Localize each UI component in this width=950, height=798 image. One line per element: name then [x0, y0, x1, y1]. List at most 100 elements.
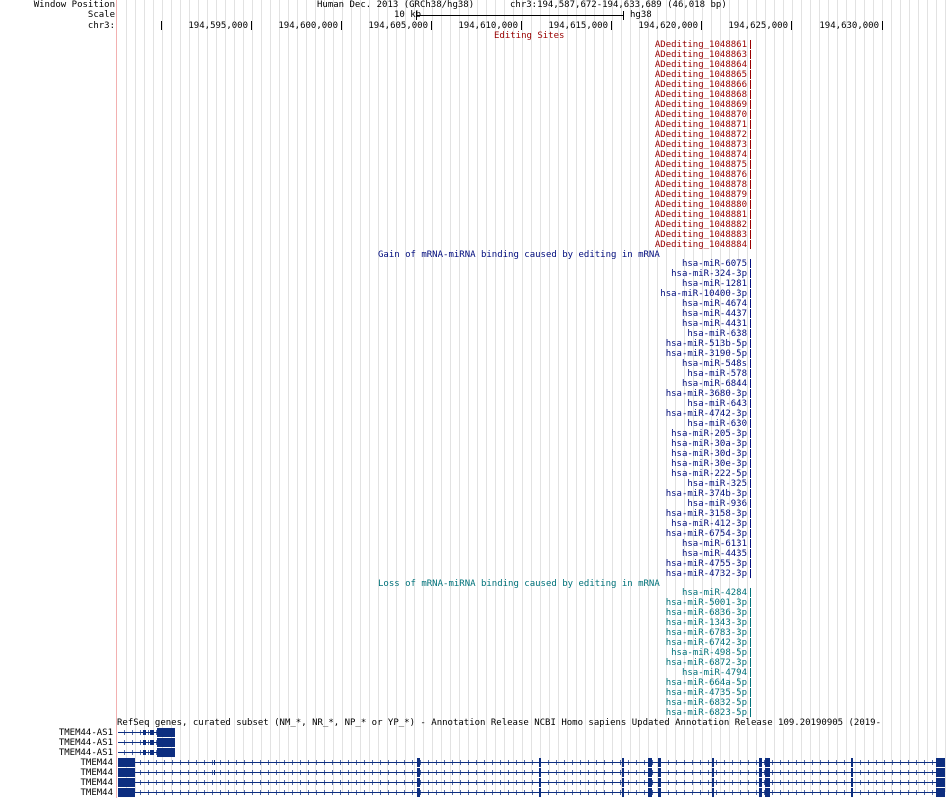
gain-mirna-item-mark[interactable] [750, 279, 751, 288]
gain-mirna-item-mark[interactable] [750, 429, 751, 438]
loss-mirna-item-mark[interactable] [750, 668, 751, 677]
loss-mirna-item[interactable]: hsa-miR-4284 [607, 588, 747, 598]
gain-mirna-item-mark[interactable] [750, 399, 751, 408]
gain-mirna-item[interactable]: hsa-miR-548s [607, 359, 747, 369]
gain-mirna-item[interactable]: hsa-miR-412-3p [607, 519, 747, 529]
gain-mirna-item-mark[interactable] [750, 449, 751, 458]
editing-site-item[interactable]: ADediting_1048879 [607, 190, 747, 200]
gain-mirna-item-mark[interactable] [750, 569, 751, 578]
position-label[interactable]: chr3:194,587,672-194,633,689 (46,018 bp) [510, 0, 727, 10]
loss-mirna-item-mark[interactable] [750, 658, 751, 667]
gain-mirna-item[interactable]: hsa-miR-3680-3p [607, 389, 747, 399]
gain-mirna-item[interactable]: hsa-miR-30e-3p [607, 459, 747, 469]
gain-mirna-item[interactable]: hsa-miR-325 [607, 479, 747, 489]
gain-mirna-item[interactable]: hsa-miR-10400-3p [607, 289, 747, 299]
editing-site-item[interactable]: ADediting_1048878 [607, 180, 747, 190]
gain-mirna-item-mark[interactable] [750, 509, 751, 518]
editing-site-item-mark[interactable] [750, 230, 751, 239]
editing-site-item-mark[interactable] [750, 160, 751, 169]
refseq-track-title[interactable]: RefSeq genes, curated subset (NM_*, NR_*… [117, 718, 881, 728]
gain-mirna-item[interactable]: hsa-miR-3190-5p [607, 349, 747, 359]
gain-mirna-item[interactable]: hsa-miR-4732-3p [607, 569, 747, 579]
gain-mirna-item[interactable]: hsa-miR-4437 [607, 309, 747, 319]
editing-site-item-mark[interactable] [750, 210, 751, 219]
editing-site-item-mark[interactable] [750, 80, 751, 89]
editing-site-item[interactable]: ADediting_1048868 [607, 90, 747, 100]
gain-mirna-item[interactable]: hsa-miR-374b-3p [607, 489, 747, 499]
gain-mirna-item[interactable]: hsa-miR-4674 [607, 299, 747, 309]
editing-site-item-mark[interactable] [750, 40, 751, 49]
editing-site-item-mark[interactable] [750, 120, 751, 129]
gain-mirna-item-mark[interactable] [750, 499, 751, 508]
editing-site-item-mark[interactable] [750, 140, 751, 149]
gain-mirna-item-mark[interactable] [750, 379, 751, 388]
gain-mirna-item-mark[interactable] [750, 319, 751, 328]
editing-site-item[interactable]: ADediting_1048865 [607, 70, 747, 80]
editing-site-item[interactable]: ADediting_1048876 [607, 170, 747, 180]
editing-site-item[interactable]: ADediting_1048869 [607, 100, 747, 110]
gain-mirna-item[interactable]: hsa-miR-6075 [607, 259, 747, 269]
editing-site-item-mark[interactable] [750, 90, 751, 99]
gain-mirna-item-mark[interactable] [750, 409, 751, 418]
gain-mirna-item-mark[interactable] [750, 259, 751, 268]
gain-mirna-item-mark[interactable] [750, 289, 751, 298]
editing-site-item[interactable]: ADediting_1048872 [607, 130, 747, 140]
loss-mirna-item-mark[interactable] [750, 628, 751, 637]
loss-mirna-item-mark[interactable] [750, 708, 751, 717]
gain-mirna-item[interactable]: hsa-miR-205-3p [607, 429, 747, 439]
gene-label[interactable]: TMEM44-AS1 [0, 728, 113, 738]
gain-mirna-item-mark[interactable] [750, 439, 751, 448]
gain-mirna-item[interactable]: hsa-miR-513b-5p [607, 339, 747, 349]
editing-site-item-mark[interactable] [750, 240, 751, 249]
loss-mirna-item[interactable]: hsa-miR-6836-3p [607, 608, 747, 618]
loss-mirna-item-mark[interactable] [750, 678, 751, 687]
editing-site-item-mark[interactable] [750, 170, 751, 179]
gain-mirna-item-mark[interactable] [750, 419, 751, 428]
gain-mirna-item[interactable]: hsa-miR-324-3p [607, 269, 747, 279]
editing-site-item-mark[interactable] [750, 130, 751, 139]
gene-label[interactable]: TMEM44 [0, 768, 113, 778]
loss-mirna-item[interactable]: hsa-miR-664a-5p [607, 678, 747, 688]
loss-mirna-item[interactable]: hsa-miR-1343-3p [607, 618, 747, 628]
editing-site-item[interactable]: ADediting_1048861 [607, 40, 747, 50]
loss-mirna-item-mark[interactable] [750, 648, 751, 657]
gain-mirna-item[interactable]: hsa-miR-6131 [607, 539, 747, 549]
editing-site-item-mark[interactable] [750, 190, 751, 199]
gain-mirna-item[interactable]: hsa-miR-578 [607, 369, 747, 379]
loss-mirna-item[interactable]: hsa-miR-4735-5p [607, 688, 747, 698]
editing-site-item[interactable]: ADediting_1048863 [607, 50, 747, 60]
editing-site-item[interactable]: ADediting_1048866 [607, 80, 747, 90]
editing-site-item[interactable]: ADediting_1048881 [607, 210, 747, 220]
editing-site-item[interactable]: ADediting_1048864 [607, 60, 747, 70]
loss-mirna-item-mark[interactable] [750, 698, 751, 707]
loss-mirna-item-mark[interactable] [750, 618, 751, 627]
editing-site-item[interactable]: ADediting_1048882 [607, 220, 747, 230]
editing-site-item-mark[interactable] [750, 100, 751, 109]
loss-mirna-item[interactable]: hsa-miR-6823-5p [607, 708, 747, 718]
gene-label[interactable]: TMEM44-AS1 [0, 738, 113, 748]
gain-mirna-item[interactable]: hsa-miR-4742-3p [607, 409, 747, 419]
loss-mirna-item-mark[interactable] [750, 608, 751, 617]
editing-site-item-mark[interactable] [750, 60, 751, 69]
editing-site-item[interactable]: ADediting_1048883 [607, 230, 747, 240]
loss-mirna-item[interactable]: hsa-miR-6832-5p [607, 698, 747, 708]
gain-mirna-item[interactable]: hsa-miR-4435 [607, 549, 747, 559]
gain-mirna-item[interactable]: hsa-miR-3158-3p [607, 509, 747, 519]
editing-site-item[interactable]: ADediting_1048884 [607, 240, 747, 250]
gain-mirna-item[interactable]: hsa-miR-1281 [607, 279, 747, 289]
gene-label[interactable]: TMEM44 [0, 788, 113, 798]
gain-mirna-item[interactable]: hsa-miR-638 [607, 329, 747, 339]
editing-site-item[interactable]: ADediting_1048871 [607, 120, 747, 130]
editing-site-item-mark[interactable] [750, 220, 751, 229]
gain-mirna-item-mark[interactable] [750, 339, 751, 348]
loss-mirna-item[interactable]: hsa-miR-5001-3p [607, 598, 747, 608]
loss-mirna-item-mark[interactable] [750, 638, 751, 647]
editing-site-item-mark[interactable] [750, 150, 751, 159]
gain-mirna-item-mark[interactable] [750, 479, 751, 488]
editing-site-item[interactable]: ADediting_1048870 [607, 110, 747, 120]
gain-mirna-item-mark[interactable] [750, 329, 751, 338]
gain-mirna-item-mark[interactable] [750, 539, 751, 548]
editing-site-item[interactable]: ADediting_1048874 [607, 150, 747, 160]
gain-mirna-item-mark[interactable] [750, 359, 751, 368]
gain-mirna-item-mark[interactable] [750, 459, 751, 468]
